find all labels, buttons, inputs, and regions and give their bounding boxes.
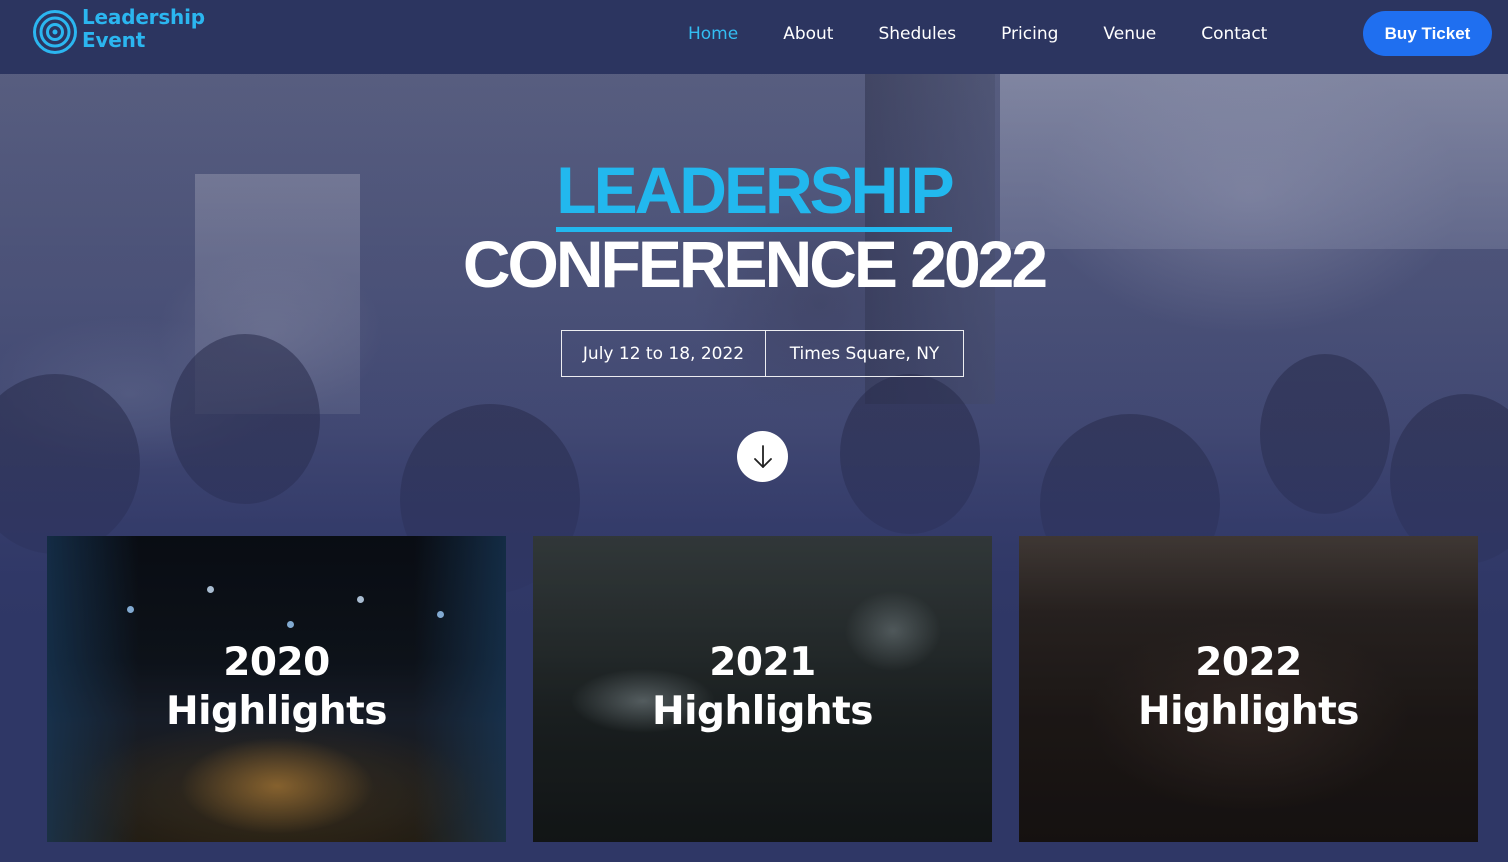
event-info-box: July 12 to 18, 2022 Times Square, NY xyxy=(561,330,964,377)
nav-link-contact[interactable]: Contact xyxy=(1201,24,1267,44)
hero-title-main: CONFERENCE 2022 xyxy=(462,227,1048,301)
highlight-card-title: 2022 Highlights xyxy=(1019,638,1478,736)
highlight-card-2021[interactable]: 2021 Highlights xyxy=(533,536,992,842)
event-date: July 12 to 18, 2022 xyxy=(562,331,766,376)
highlight-year: 2021 xyxy=(709,640,816,685)
concentric-circles-icon xyxy=(33,10,77,54)
nav-link-pricing[interactable]: Pricing xyxy=(1001,24,1058,44)
nav-link-home[interactable]: Home xyxy=(688,24,738,44)
buy-ticket-button[interactable]: Buy Ticket xyxy=(1363,11,1492,56)
highlight-year: 2020 xyxy=(223,640,330,685)
highlight-card-2022[interactable]: 2022 Highlights xyxy=(1019,536,1478,842)
highlight-card-2020[interactable]: 2020 Highlights xyxy=(47,536,506,842)
hero-title-highlight: LEADERSHIP xyxy=(0,152,1508,232)
brand-line-2: Event xyxy=(82,28,146,52)
nav-link-about[interactable]: About xyxy=(783,24,833,44)
scroll-down-button[interactable] xyxy=(737,431,788,482)
highlight-card-title: 2021 Highlights xyxy=(533,638,992,736)
nav-link-venue[interactable]: Venue xyxy=(1103,24,1156,44)
top-navbar: Leadership Event Home About Shedules Pri… xyxy=(0,0,1508,74)
highlight-card-title: 2020 Highlights xyxy=(47,638,506,736)
highlight-year: 2022 xyxy=(1195,640,1302,685)
highlight-label: Highlights xyxy=(652,689,873,734)
event-location: Times Square, NY xyxy=(789,343,940,364)
brand-logo[interactable]: Leadership Event xyxy=(32,6,222,56)
nav-link-schedules[interactable]: Shedules xyxy=(878,24,956,44)
brand-line-1: Leadership xyxy=(82,5,205,29)
arrow-down-icon xyxy=(753,444,772,468)
highlight-label: Highlights xyxy=(1138,689,1359,734)
highlight-label: Highlights xyxy=(166,689,387,734)
brand-name: Leadership Event xyxy=(82,6,205,52)
hero-title-highlight-text: LEADERSHIP xyxy=(556,153,955,232)
main-menu: Home About Shedules Pricing Venue Contac… xyxy=(688,0,1312,68)
